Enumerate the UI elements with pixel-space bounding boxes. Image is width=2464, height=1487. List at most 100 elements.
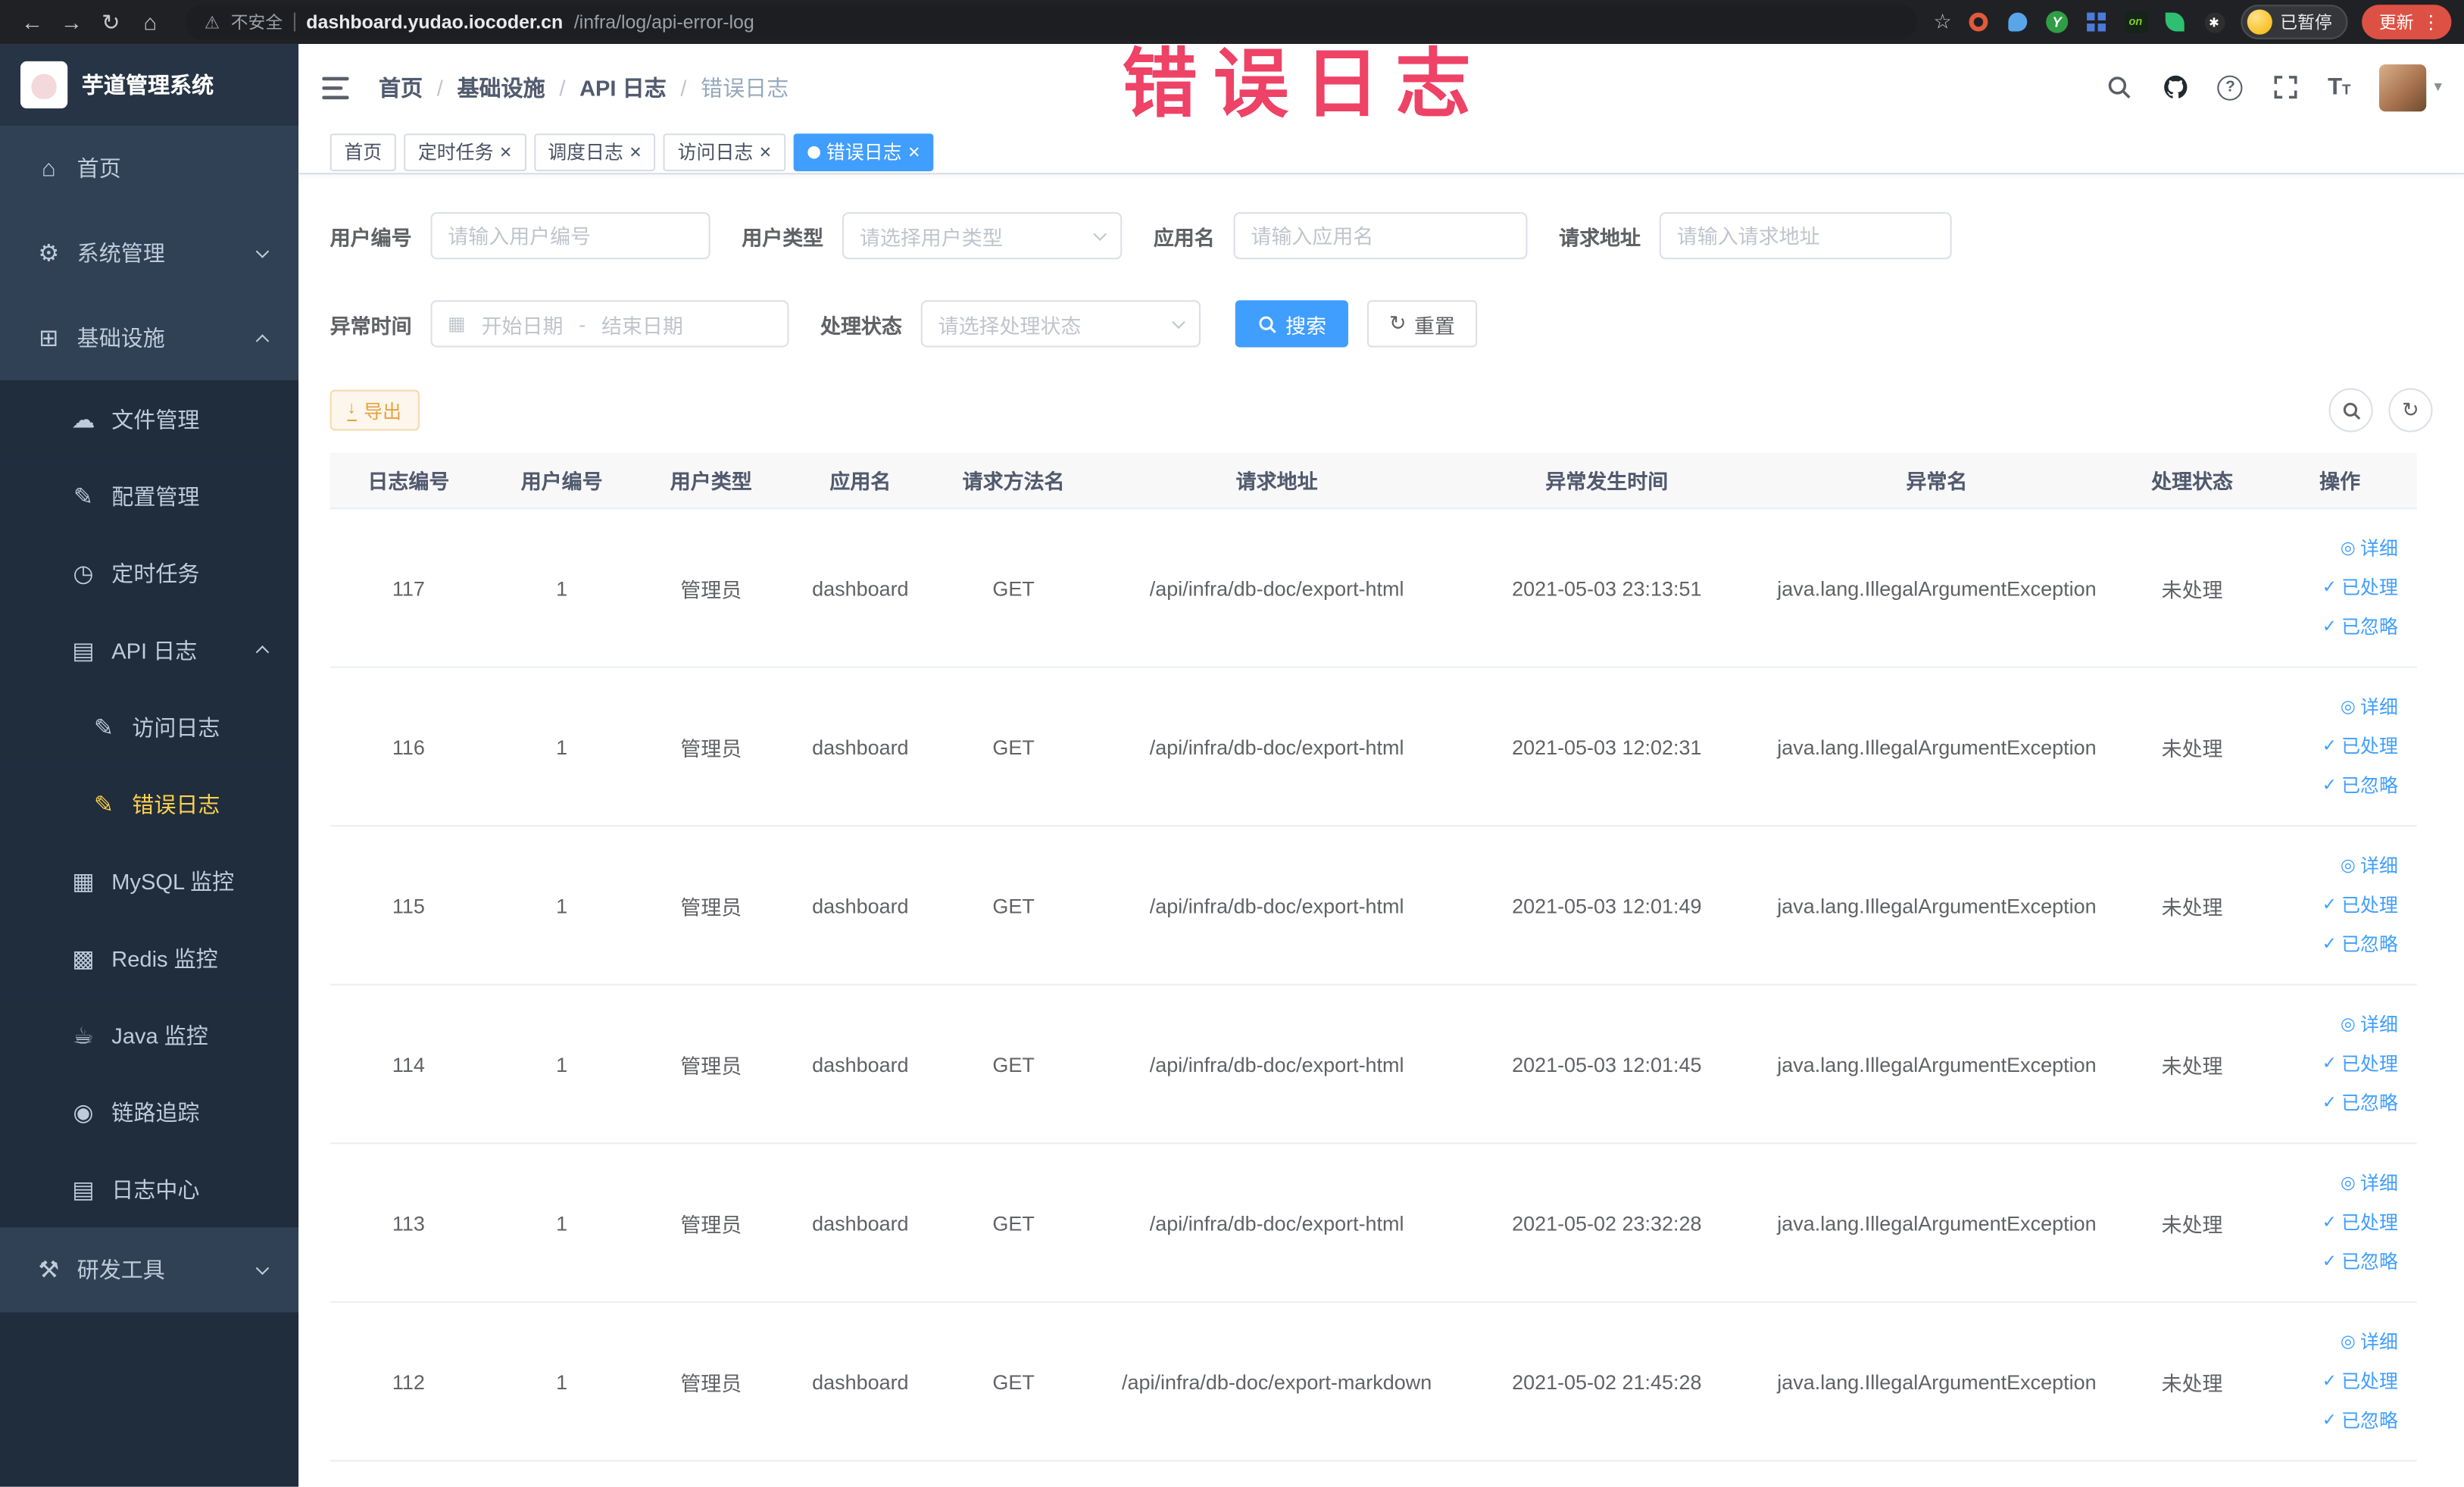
sidebar-item-scheduled-jobs[interactable]: ◷ 定时任务 [0, 534, 299, 612]
processed-link[interactable]: ✓ 已处理 [2322, 1364, 2398, 1399]
hamburger-icon[interactable] [322, 71, 353, 102]
ignored-link[interactable]: ✓ 已忽略 [2322, 610, 2398, 645]
sidebar-item-log-center[interactable]: ▤ 日志中心 [0, 1150, 299, 1228]
search-button[interactable]: 搜索 [1235, 300, 1349, 348]
chevron-down-icon [1093, 226, 1107, 240]
ignored-link[interactable]: ✓ 已忽略 [2322, 1245, 2398, 1279]
cell-request-url: /api/infra/db-doc/export-markdown [1121, 1370, 1432, 1394]
extension-y-icon[interactable]: Y [2044, 9, 2069, 34]
kebab-menu-icon[interactable]: ⋮ [2422, 11, 2441, 33]
sidebar-item-label: 日志中心 [111, 1176, 200, 1202]
processed-link[interactable]: ✓ 已处理 [2322, 1205, 2398, 1240]
detail-link[interactable]: ◎ 详细 [2341, 848, 2398, 883]
sidebar-item-mysql-monitor[interactable]: ▦ MySQL 监控 [0, 842, 299, 920]
chevron-down-icon [255, 244, 270, 258]
tab-scheduler-log[interactable]: 调度日志 × [533, 133, 656, 171]
cell-request-url: /api/infra/db-doc/export-html [1149, 893, 1404, 917]
tab-home[interactable]: 首页 [329, 133, 396, 171]
processed-link[interactable]: ✓ 已处理 [2322, 570, 2398, 605]
sidebar-item-infrastructure[interactable]: ⊞ 基础设施 [0, 295, 299, 381]
address-bar[interactable]: ⚠ 不安全 dashboard.yudao.iocoder.cn /infra/… [185, 5, 1918, 39]
sidebar-item-api-logs[interactable]: ▤ API 日志 [0, 611, 299, 689]
processed-link[interactable]: ✓ 已处理 [2322, 888, 2398, 923]
security-label: 不安全 [230, 14, 283, 33]
detail-link[interactable]: ◎ 详细 [2341, 690, 2398, 725]
sidebar-item-tracing[interactable]: ◉ 链路追踪 [0, 1073, 299, 1151]
extension-grid-icon[interactable] [2084, 9, 2109, 34]
chevron-up-icon [255, 645, 270, 659]
help-icon[interactable]: ? [2217, 74, 2244, 100]
sidebar-item-system-mgmt[interactable]: ⚙ 系统管理 [0, 210, 299, 296]
processed-link[interactable]: ✓ 已处理 [2322, 729, 2398, 764]
tab-label: 错误日志 [826, 141, 902, 164]
cell-user-type: 管理员 [680, 895, 742, 919]
sidebar-item-file-mgmt[interactable]: ☁ 文件管理 [0, 380, 299, 458]
reset-button[interactable]: ↻ 重置 [1367, 300, 1478, 348]
browser-update-button[interactable]: 更新 ⋮ [2362, 5, 2452, 39]
fullscreen-icon[interactable] [2271, 73, 2299, 101]
breadcrumb-api-logs[interactable]: API 日志 [579, 71, 667, 102]
cell-status: 未处理 [2161, 1054, 2223, 1078]
ignored-link[interactable]: ✓ 已忽略 [2322, 1086, 2398, 1121]
tab-error-log[interactable]: 错误日志 × [793, 133, 935, 171]
search-icon [2342, 401, 2360, 419]
close-icon[interactable]: × [908, 142, 920, 162]
date-start-placeholder: 开始日期 [481, 313, 564, 338]
breadcrumb-infrastructure[interactable]: 基础设施 [457, 71, 545, 102]
extension-ring-icon[interactable] [1966, 9, 1991, 34]
export-button-label: 导出 [364, 399, 402, 423]
processed-link[interactable]: ✓ 已处理 [2322, 1047, 2398, 1082]
cell-exception-name: java.lang.IllegalArgumentException [1777, 1211, 2097, 1235]
search-icon[interactable] [2105, 73, 2133, 101]
tab-scheduled-jobs[interactable]: 定时任务 × [404, 133, 526, 171]
sidebar-filler [0, 1312, 299, 1487]
extension-on-icon[interactable]: on [2123, 9, 2148, 34]
refresh-button[interactable]: ↻ [2388, 388, 2433, 433]
ignored-link[interactable]: ✓ 已忽略 [2322, 1404, 2398, 1439]
check-icon: ✓ [2322, 1054, 2337, 1073]
profile-paused-badge[interactable]: 已暂停 [2241, 5, 2348, 39]
user-id-input[interactable] [430, 212, 710, 260]
font-size-icon[interactable]: TT [2328, 74, 2350, 101]
close-icon[interactable]: × [500, 142, 512, 162]
detail-link[interactable]: ◎ 详细 [2341, 1325, 2398, 1360]
github-icon[interactable] [2161, 73, 2189, 101]
action-label: 已忽略 [2341, 1092, 2398, 1114]
user-type-select[interactable]: 请选择用户类型 [842, 212, 1123, 260]
export-button[interactable]: ↓ 导出 [329, 389, 419, 431]
toggle-search-button[interactable] [2328, 388, 2373, 433]
detail-link[interactable]: ◎ 详细 [2341, 1166, 2398, 1201]
reload-icon[interactable]: ↻ [91, 0, 130, 44]
extension-paw-icon[interactable]: ✱ [2202, 9, 2227, 34]
forward-icon[interactable]: → [52, 0, 91, 44]
user-avatar[interactable]: ▾ [2378, 64, 2442, 111]
ignored-link[interactable]: ✓ 已忽略 [2322, 768, 2398, 803]
sidebar-item-java-monitor[interactable]: ☕ Java 监控 [0, 996, 299, 1073]
detail-link[interactable]: ◎ 详细 [2341, 531, 2398, 566]
extension-drop-icon[interactable] [2005, 9, 2030, 34]
close-icon[interactable]: × [760, 142, 772, 162]
request-url-input[interactable] [1659, 212, 1952, 260]
database-icon: ▦ [72, 868, 95, 895]
bookmark-star-icon[interactable]: ☆ [1933, 9, 1951, 34]
col-method: 请求方法名 [962, 470, 1065, 494]
tab-label: 定时任务 [417, 141, 494, 164]
sidebar-item-dev-tools[interactable]: ⚒ 研发工具 [0, 1227, 299, 1313]
sidebar-item-error-log[interactable]: ✎ 错误日志 [0, 765, 299, 842]
process-status-select[interactable]: 请选择处理状态 [920, 300, 1201, 348]
sidebar-item-config-mgmt[interactable]: ✎ 配置管理 [0, 457, 299, 535]
extension-leaf-icon[interactable] [2163, 9, 2188, 34]
close-icon[interactable]: × [629, 142, 642, 162]
detail-link[interactable]: ◎ 详细 [2341, 1007, 2398, 1042]
breadcrumb-home[interactable]: 首页 [379, 71, 423, 102]
home-icon[interactable]: ⌂ [130, 0, 170, 44]
cell-actions: ◎ 详细 ✓ 已处理 ✓ 已忽略 [2263, 848, 2416, 961]
app-name-input[interactable] [1233, 212, 1528, 260]
sidebar-item-redis-monitor[interactable]: ▩ Redis 监控 [0, 919, 299, 997]
sidebar-item-home[interactable]: ⌂ 首页 [0, 125, 299, 211]
back-icon[interactable]: ← [13, 0, 52, 44]
date-range-picker[interactable]: ▦ 开始日期 - 结束日期 [430, 300, 789, 348]
sidebar-item-access-log[interactable]: ✎ 访问日志 [0, 688, 299, 766]
ignored-link[interactable]: ✓ 已忽略 [2322, 927, 2398, 962]
tab-access-log[interactable]: 访问日志 × [663, 133, 785, 171]
